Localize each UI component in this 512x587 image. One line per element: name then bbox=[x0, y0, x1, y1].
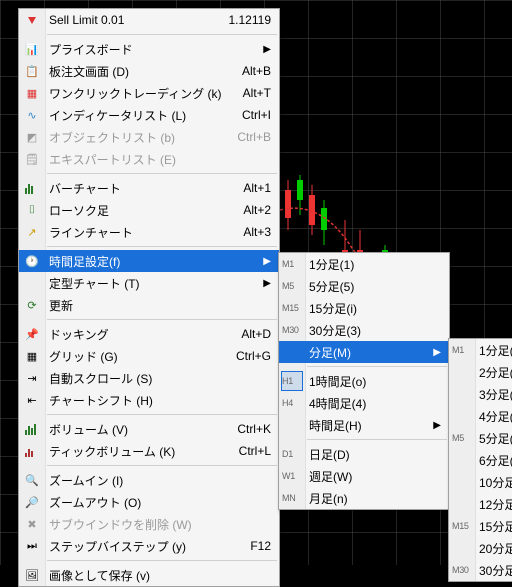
volume-icon bbox=[23, 420, 41, 438]
submenu2-tf-item[interactable]: 4分足(4) bbox=[449, 405, 512, 427]
menu-order-board[interactable]: 📋 板注文画面 (D) Alt+B bbox=[19, 60, 279, 82]
submenu-mn[interactable]: MN 月足(n) bbox=[279, 487, 449, 509]
submenu2-tf-item[interactable]: 12分足 (M) bbox=[449, 493, 512, 515]
menu-tick-volume[interactable]: ティックボリューム (K) Ctrl+L bbox=[19, 440, 279, 462]
delete-subwindow-icon: ✖ bbox=[23, 515, 41, 533]
submenu-tf-item[interactable]: M55分足(5) bbox=[279, 275, 449, 297]
submenu-tf-item[interactable]: M3030分足(3) bbox=[279, 319, 449, 341]
menu-template[interactable]: 定型チャート (T) ▶ bbox=[19, 272, 279, 294]
submenu-hours[interactable]: 時間足(H) ▶ bbox=[279, 414, 449, 436]
indicator-icon: ∿ bbox=[23, 106, 41, 124]
step-icon: ⏭ bbox=[23, 537, 41, 555]
submenu-minutes[interactable]: 分足(M) ▶ bbox=[279, 341, 449, 363]
context-menu-main: Sell Limit 0.01 1.12119 📊 プライスボード ▶ 📋 板注… bbox=[18, 8, 280, 587]
submenu-tf-item[interactable]: M11分足(1) bbox=[279, 253, 449, 275]
submenu-d1[interactable]: D1 日足(D) bbox=[279, 443, 449, 465]
menu-object-list: ◩ オブジェクトリスト (b) Ctrl+B bbox=[19, 126, 279, 148]
submenu-timeframe: M11分足(1)M55分足(5)M1515分足(i)M3030分足(3) 分足(… bbox=[278, 252, 450, 510]
one-click-icon: ▦ bbox=[23, 84, 41, 102]
menu-step-by-step[interactable]: ⏭ ステップバイステップ (y) F12 bbox=[19, 535, 279, 557]
menu-save-image[interactable]: 🖼 画像として保存 (v) bbox=[19, 564, 279, 586]
menu-zoom-out[interactable]: 🔎 ズームアウト (O) bbox=[19, 491, 279, 513]
menu-refresh[interactable]: ⟳ 更新 bbox=[19, 294, 279, 316]
menu-volume[interactable]: ボリューム (V) Ctrl+K bbox=[19, 418, 279, 440]
submenu2-tf-item[interactable]: M55分足(5) bbox=[449, 427, 512, 449]
order-board-icon: 📋 bbox=[23, 62, 41, 80]
menu-sell-limit[interactable]: Sell Limit 0.01 1.12119 bbox=[19, 9, 279, 31]
object-list-icon: ◩ bbox=[23, 128, 41, 146]
submenu2-tf-item[interactable]: M11分足(1) bbox=[449, 339, 512, 361]
menu-docking[interactable]: 📌 ドッキング Alt+D bbox=[19, 323, 279, 345]
save-image-icon: 🖼 bbox=[23, 566, 41, 584]
menu-expert-list: 🗒 エキスパートリスト (E) bbox=[19, 148, 279, 170]
autoscroll-icon: ⇥ bbox=[23, 369, 41, 387]
menu-timeframe[interactable]: 🕐 時間足設定(f) ▶ bbox=[19, 250, 279, 272]
submenu2-tf-item[interactable]: 20分足(2) bbox=[449, 537, 512, 559]
submenu-w1[interactable]: W1 週足(W) bbox=[279, 465, 449, 487]
menu-delete-subwindow: ✖ サブウインドウを削除 (W) bbox=[19, 513, 279, 535]
submenu2-tf-item[interactable]: 10分足(0) bbox=[449, 471, 512, 493]
bar-chart-icon bbox=[23, 179, 41, 197]
menu-grid[interactable]: ▦ グリッド (G) Ctrl+G bbox=[19, 345, 279, 367]
submenu2-tf-item[interactable]: M3030分足(3) bbox=[449, 559, 512, 581]
menu-price-board[interactable]: 📊 プライスボード ▶ bbox=[19, 38, 279, 60]
pin-icon: 📌 bbox=[23, 325, 41, 343]
chartshift-icon: ⇤ bbox=[23, 391, 41, 409]
menu-indicator-list[interactable]: ∿ インディケータリスト (L) Ctrl+I bbox=[19, 104, 279, 126]
menu-zoom-in[interactable]: 🔍 ズームイン (I) bbox=[19, 469, 279, 491]
submenu-h1[interactable]: H1 1時間足(o) bbox=[279, 370, 449, 392]
menu-line-chart[interactable]: ↗ ラインチャート Alt+3 bbox=[19, 221, 279, 243]
submenu-tf-item[interactable]: M1515分足(i) bbox=[279, 297, 449, 319]
refresh-icon: ⟳ bbox=[23, 296, 41, 314]
tick-volume-icon bbox=[23, 442, 41, 460]
grid-icon: ▦ bbox=[23, 347, 41, 365]
clock-icon: 🕐 bbox=[23, 252, 41, 270]
menu-autoscroll[interactable]: ⇥ 自動スクロール (S) bbox=[19, 367, 279, 389]
zoom-out-icon: 🔎 bbox=[23, 493, 41, 511]
submenu-h4[interactable]: H4 4時間足(4) bbox=[279, 392, 449, 414]
line-chart-icon: ↗ bbox=[23, 223, 41, 241]
menu-candle[interactable]: ⌷ ローソク足 Alt+2 bbox=[19, 199, 279, 221]
down-arrow-icon bbox=[23, 11, 41, 29]
submenu2-tf-item[interactable]: M1515分足(i) bbox=[449, 515, 512, 537]
submenu2-tf-item[interactable]: 2分足(2) bbox=[449, 361, 512, 383]
zoom-in-icon: 🔍 bbox=[23, 471, 41, 489]
candle-icon: ⌷ bbox=[23, 201, 41, 219]
submenu2-tf-item[interactable]: 6分足(6) bbox=[449, 449, 512, 471]
menu-one-click[interactable]: ▦ ワンクリックトレーディング (k) Alt+T bbox=[19, 82, 279, 104]
menu-bar-chart[interactable]: バーチャート Alt+1 bbox=[19, 177, 279, 199]
submenu2-tf-item[interactable]: 3分足(3) bbox=[449, 383, 512, 405]
expert-list-icon: 🗒 bbox=[23, 150, 41, 168]
submenu-minutes-detail: M11分足(1)2分足(2)3分足(3)4分足(4)M55分足(5)6分足(6)… bbox=[448, 338, 512, 582]
menu-chartshift[interactable]: ⇤ チャートシフト (H) bbox=[19, 389, 279, 411]
price-board-icon: 📊 bbox=[23, 40, 41, 58]
